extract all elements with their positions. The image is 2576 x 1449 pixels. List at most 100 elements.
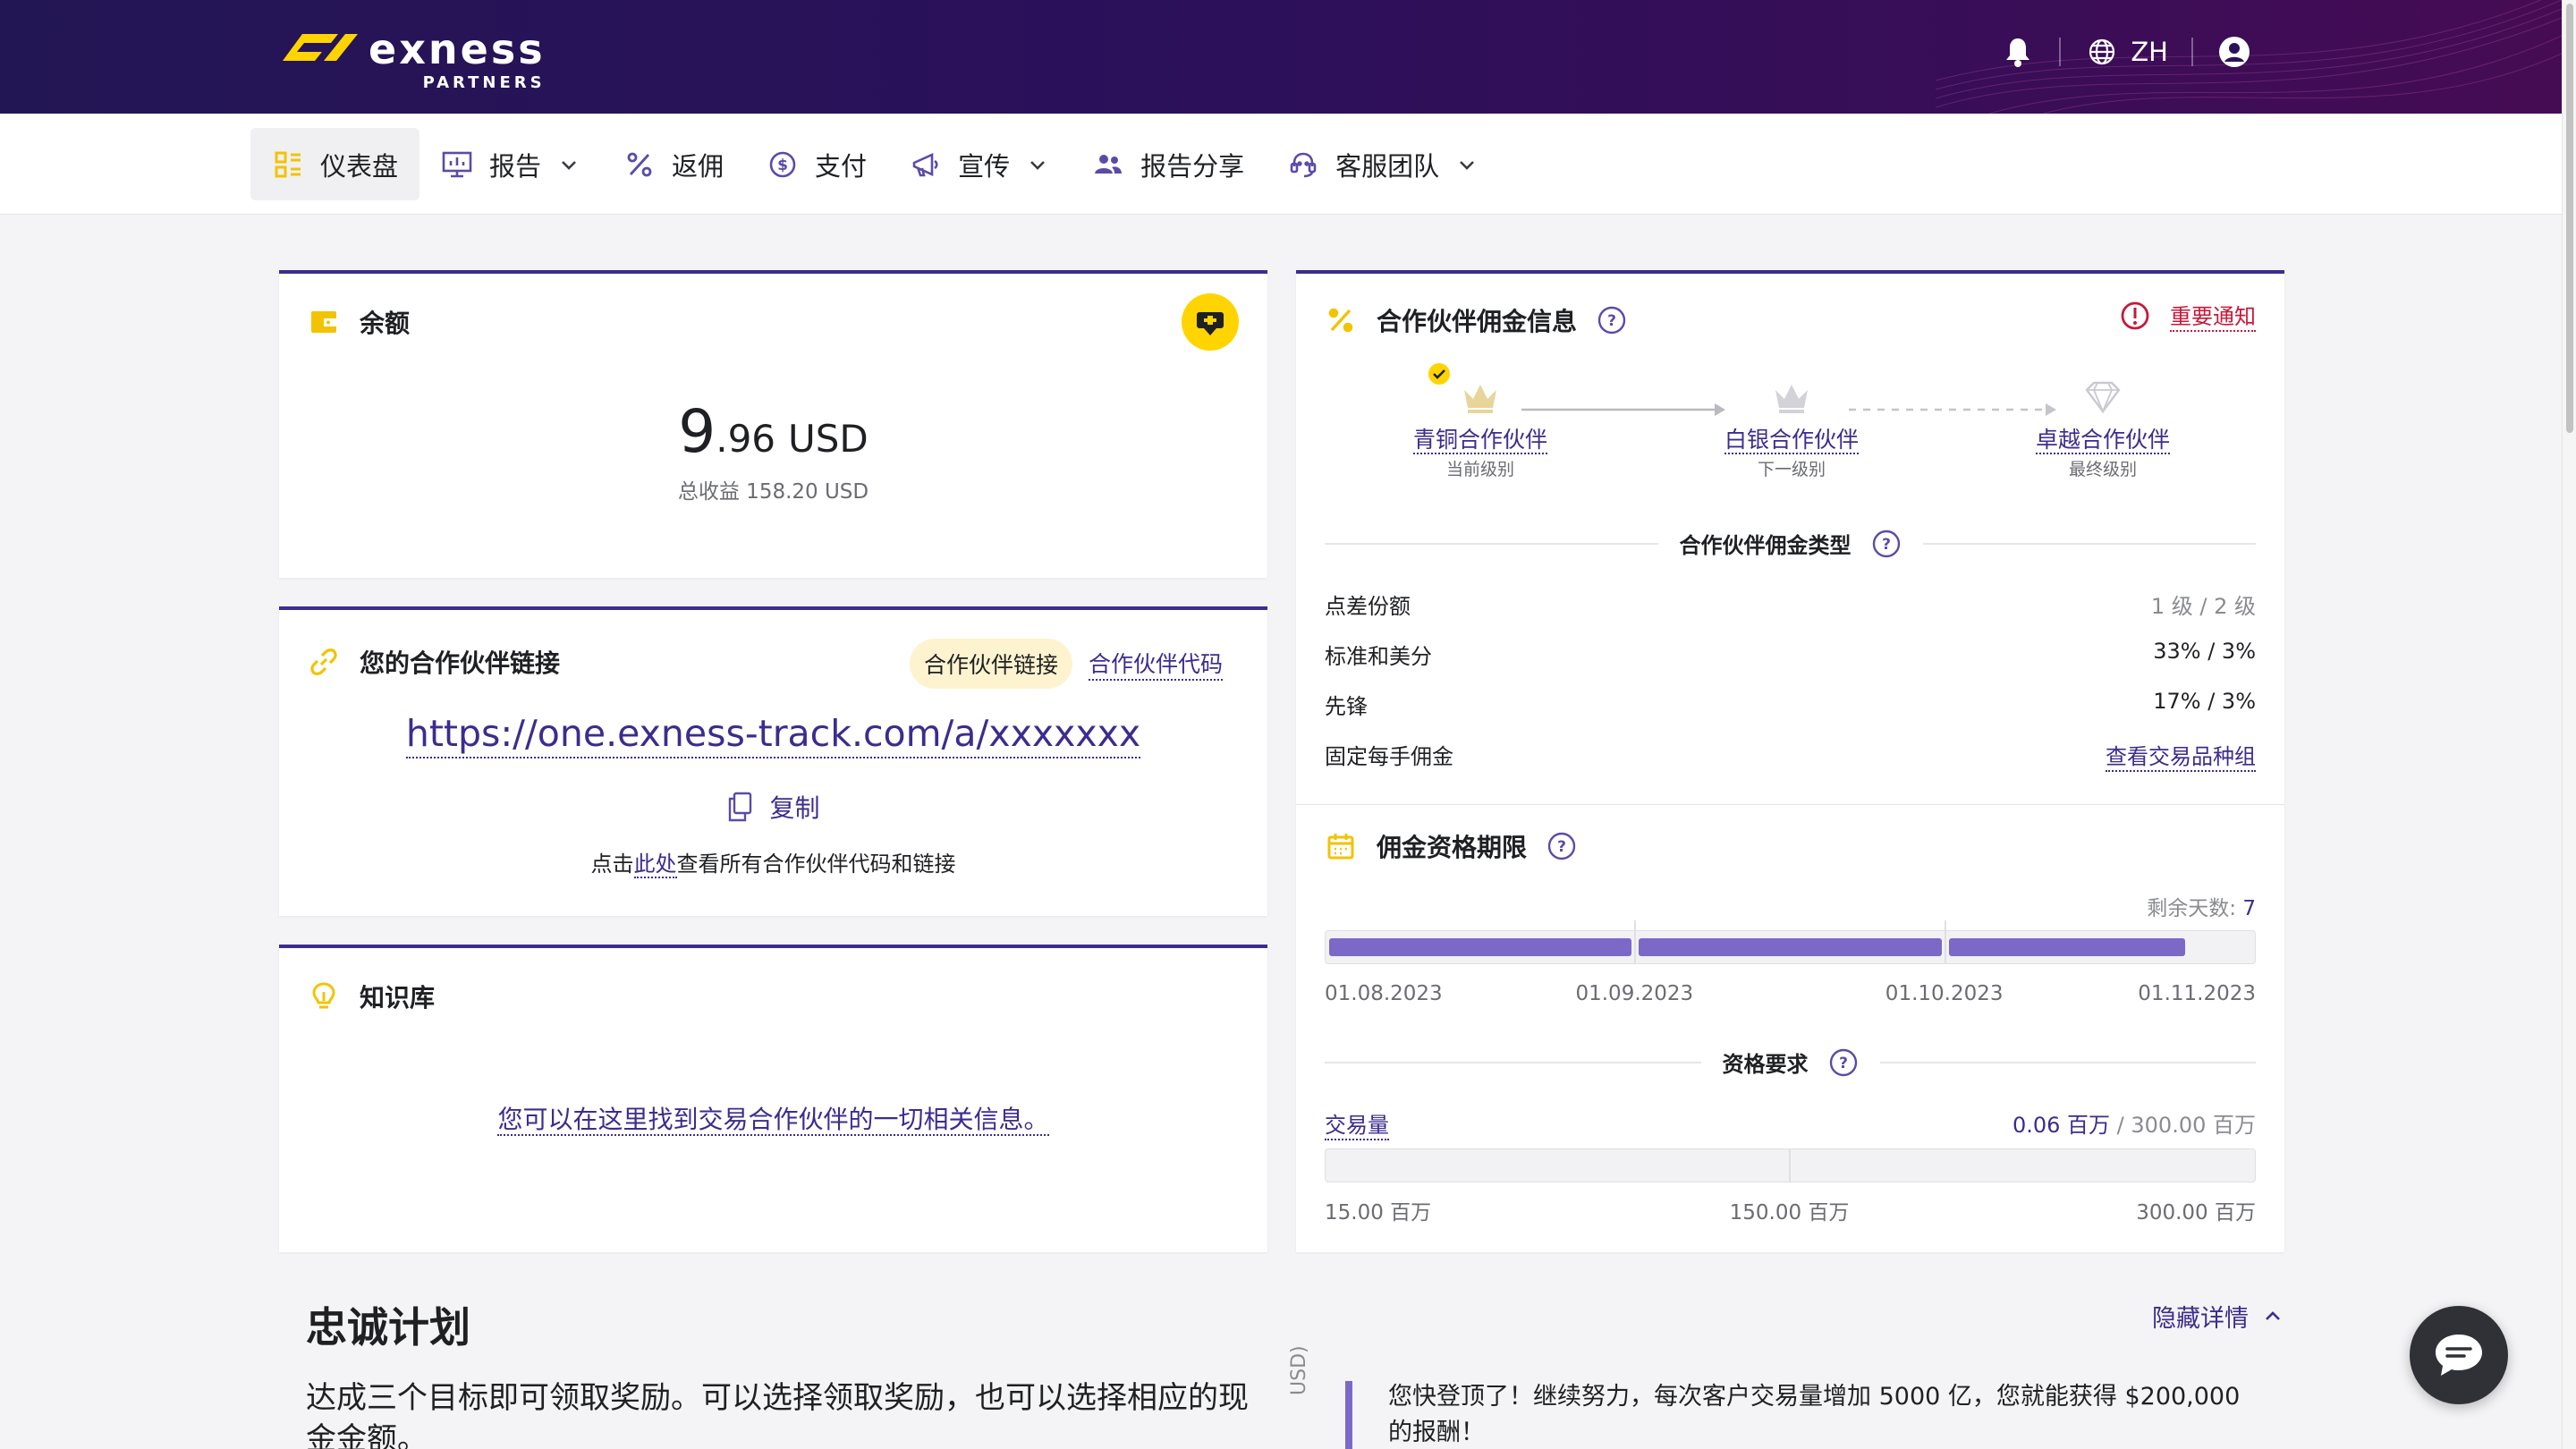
loyalty-program-title: 忠诚计划: [306, 1303, 470, 1352]
nav-label: 报告: [489, 150, 542, 182]
knowledge-base-title: 知识库: [308, 979, 435, 1014]
scrollbar-thumb[interactable]: [2566, 4, 2573, 433]
percent-icon: [1325, 304, 1357, 336]
tab-partner-link[interactable]: 合作伙伴链接: [909, 639, 1072, 689]
language-selector[interactable]: ZH: [2084, 34, 2168, 70]
link-type-toggle: 合作伙伴链接 合作伙伴代码: [909, 639, 1223, 689]
wallet-icon: [308, 306, 340, 338]
dollar-coin-icon: $: [767, 148, 799, 181]
volume-label-link[interactable]: 交易量: [1325, 1107, 1389, 1140]
commission-types-heading: 合作伙伴佣金类型 ?: [1325, 528, 2256, 559]
help-icon[interactable]: ?: [1546, 831, 1577, 861]
tier-status: 当前级别: [1445, 460, 1514, 479]
nav-reports[interactable]: 报告: [419, 128, 602, 200]
exness-logo[interactable]: exness PARTNERS: [279, 29, 546, 92]
help-icon[interactable]: ?: [1597, 305, 1627, 335]
nav-promo[interactable]: 宣传: [888, 128, 1071, 200]
important-notice-link[interactable]: 重要通知: [2120, 299, 2256, 332]
volume-tick-label: 300.00 百万: [2136, 1201, 2256, 1224]
help-icon[interactable]: ?: [1828, 1047, 1859, 1078]
brand-name: exness: [369, 25, 546, 73]
help-icon[interactable]: ?: [1871, 529, 1902, 559]
tier-status: 下一级别: [1757, 460, 1826, 479]
svg-text:?: ?: [1882, 536, 1891, 554]
nav-payments[interactable]: $ 支付: [745, 128, 888, 200]
svg-text:?: ?: [1607, 312, 1616, 330]
header-separator: [2191, 38, 2193, 66]
period-date-label: 01.08.2023: [1325, 982, 1443, 1005]
nav-label: 宣传: [958, 150, 1011, 182]
chevron-down-icon: [1460, 160, 1475, 170]
exness-logo-mark: [283, 34, 358, 61]
loyalty-message: 您快登顶了！继续努力，每次客户交易量增加 5000 亿，您就能获得 $200,0…: [1388, 1383, 2241, 1446]
nav-rebates[interactable]: 返佣: [602, 128, 745, 200]
percent-icon: [623, 148, 656, 181]
month-divider: [1944, 920, 1946, 963]
nav-label: 客服团队: [1335, 150, 1440, 182]
days-remaining: 剩余天数: 7: [2147, 897, 2256, 920]
page-scrollbar[interactable]: [2562, 0, 2576, 1449]
crown-icon: [1464, 385, 1496, 413]
volume-progress-track: [1325, 1148, 2256, 1182]
globe-icon: [2084, 34, 2120, 70]
user-account-icon[interactable]: [2216, 34, 2252, 70]
gift-card-icon: [1197, 312, 1224, 335]
requirements-heading: 资格要求 ?: [1325, 1046, 2256, 1078]
volume-current: 0.06 百万: [2012, 1113, 2111, 1138]
partner-link-url[interactable]: https://one.exness-track.com/a/xxxxxxx: [279, 712, 1267, 758]
tier-silver: 白银合作伙伴 下一级别: [1675, 374, 1908, 480]
chevron-up-icon: [2266, 1310, 2280, 1320]
chat-button[interactable]: [2410, 1306, 2508, 1404]
commission-title: 合作伙伴佣金信息 ?: [1325, 302, 1627, 338]
volume-tick-label: 150.00 百万: [1729, 1201, 1850, 1224]
volume-tick-label: 15.00 百万: [1325, 1201, 1432, 1224]
top-bar: exness PARTNERS ZH: [0, 0, 2562, 114]
month-divider: [1634, 920, 1637, 963]
partner-tiers: 青铜合作伙伴 当前级别 白银合作伙伴 下一级别 卓越合作伙伴 最终级别: [1296, 363, 2284, 487]
promo-badge-button[interactable]: [1182, 293, 1239, 351]
nav-dashboard[interactable]: 仪表盘: [250, 128, 420, 200]
copy-icon: [729, 792, 752, 822]
bell-icon[interactable]: [2000, 34, 2036, 70]
loyalty-description: 达成三个目标即可领取奖励。可以选择领取奖励，也可以选择相应的现金金额。: [306, 1380, 1249, 1449]
nav-support-team[interactable]: 客服团队: [1266, 128, 1500, 200]
tier-name[interactable]: 青铜合作伙伴: [1364, 422, 1597, 454]
volume-target: / 300.00 百万: [2110, 1113, 2256, 1138]
knowledge-base-link[interactable]: 您可以在这里找到交易合作伙伴的一切相关信息。: [279, 1100, 1267, 1136]
commission-row-standard: 标准和美分 33% / 3%: [1325, 639, 2256, 669]
qualification-title: 佣金资格期限 ?: [1325, 828, 1577, 864]
knowledge-base-card: 知识库 您可以在这里找到交易合作伙伴的一切相关信息。: [279, 945, 1267, 1252]
tab-partner-code[interactable]: 合作伙伴代码: [1088, 647, 1223, 681]
nav-report-sharing[interactable]: 报告分享: [1071, 128, 1266, 200]
partner-link-card: 您的合作伙伴链接 合作伙伴链接 合作伙伴代码 https://one.exnes…: [279, 606, 1267, 916]
period-date-label: 01.09.2023: [1575, 982, 1694, 1005]
header-separator: [2059, 38, 2062, 66]
nav-label: 返佣: [672, 150, 724, 182]
commission-row-spread: 点差份额 1 级 / 2 级: [1325, 594, 2256, 619]
view-all-links-link[interactable]: 此处: [633, 852, 677, 878]
check-badge-icon: [1428, 363, 1450, 385]
balance-decimal: .96: [716, 417, 776, 461]
qualification-progress-segment: [1329, 938, 1632, 956]
users-icon: [1092, 148, 1124, 181]
chat-bubble-icon: [2436, 1335, 2482, 1376]
view-instrument-groups-link[interactable]: 查看交易品种组: [2106, 739, 2256, 772]
report-chart-icon: [441, 148, 473, 181]
qualification-period-card: 佣金资格期限 ? 剩余天数: 7 01.08.2023 01.09.2023 01.…: [1296, 805, 2284, 1252]
balance-card: 余额 9.96 USD 总收益 158.20 USD: [279, 270, 1267, 578]
svg-text:?: ?: [1557, 838, 1566, 856]
partner-link-hint: 点击此处查看所有合作伙伴代码和链接: [590, 852, 956, 878]
chain-link-icon: [308, 646, 340, 678]
tier-name[interactable]: 卓越合作伙伴: [1987, 422, 2219, 454]
brand-sub: PARTNERS: [422, 73, 546, 92]
tier-name[interactable]: 白银合作伙伴: [1675, 422, 1908, 454]
volume-requirement: 交易量 0.06 百万 / 300.00 百万: [1325, 1107, 2256, 1140]
main-nav: 仪表盘 报告 返佣 $ 支付 宣传 报告分享 客服团队: [0, 114, 2562, 215]
balance-value: 9.96 USD: [279, 397, 1267, 466]
copy-button[interactable]: 复制: [279, 789, 1267, 825]
hide-details-toggle[interactable]: 隐藏详情: [2152, 1299, 2284, 1334]
dashboard-icon: [272, 148, 304, 181]
chevron-down-icon: [1030, 160, 1045, 170]
calendar-icon: [1325, 830, 1357, 862]
qualification-progress-segment: [1639, 938, 1942, 956]
